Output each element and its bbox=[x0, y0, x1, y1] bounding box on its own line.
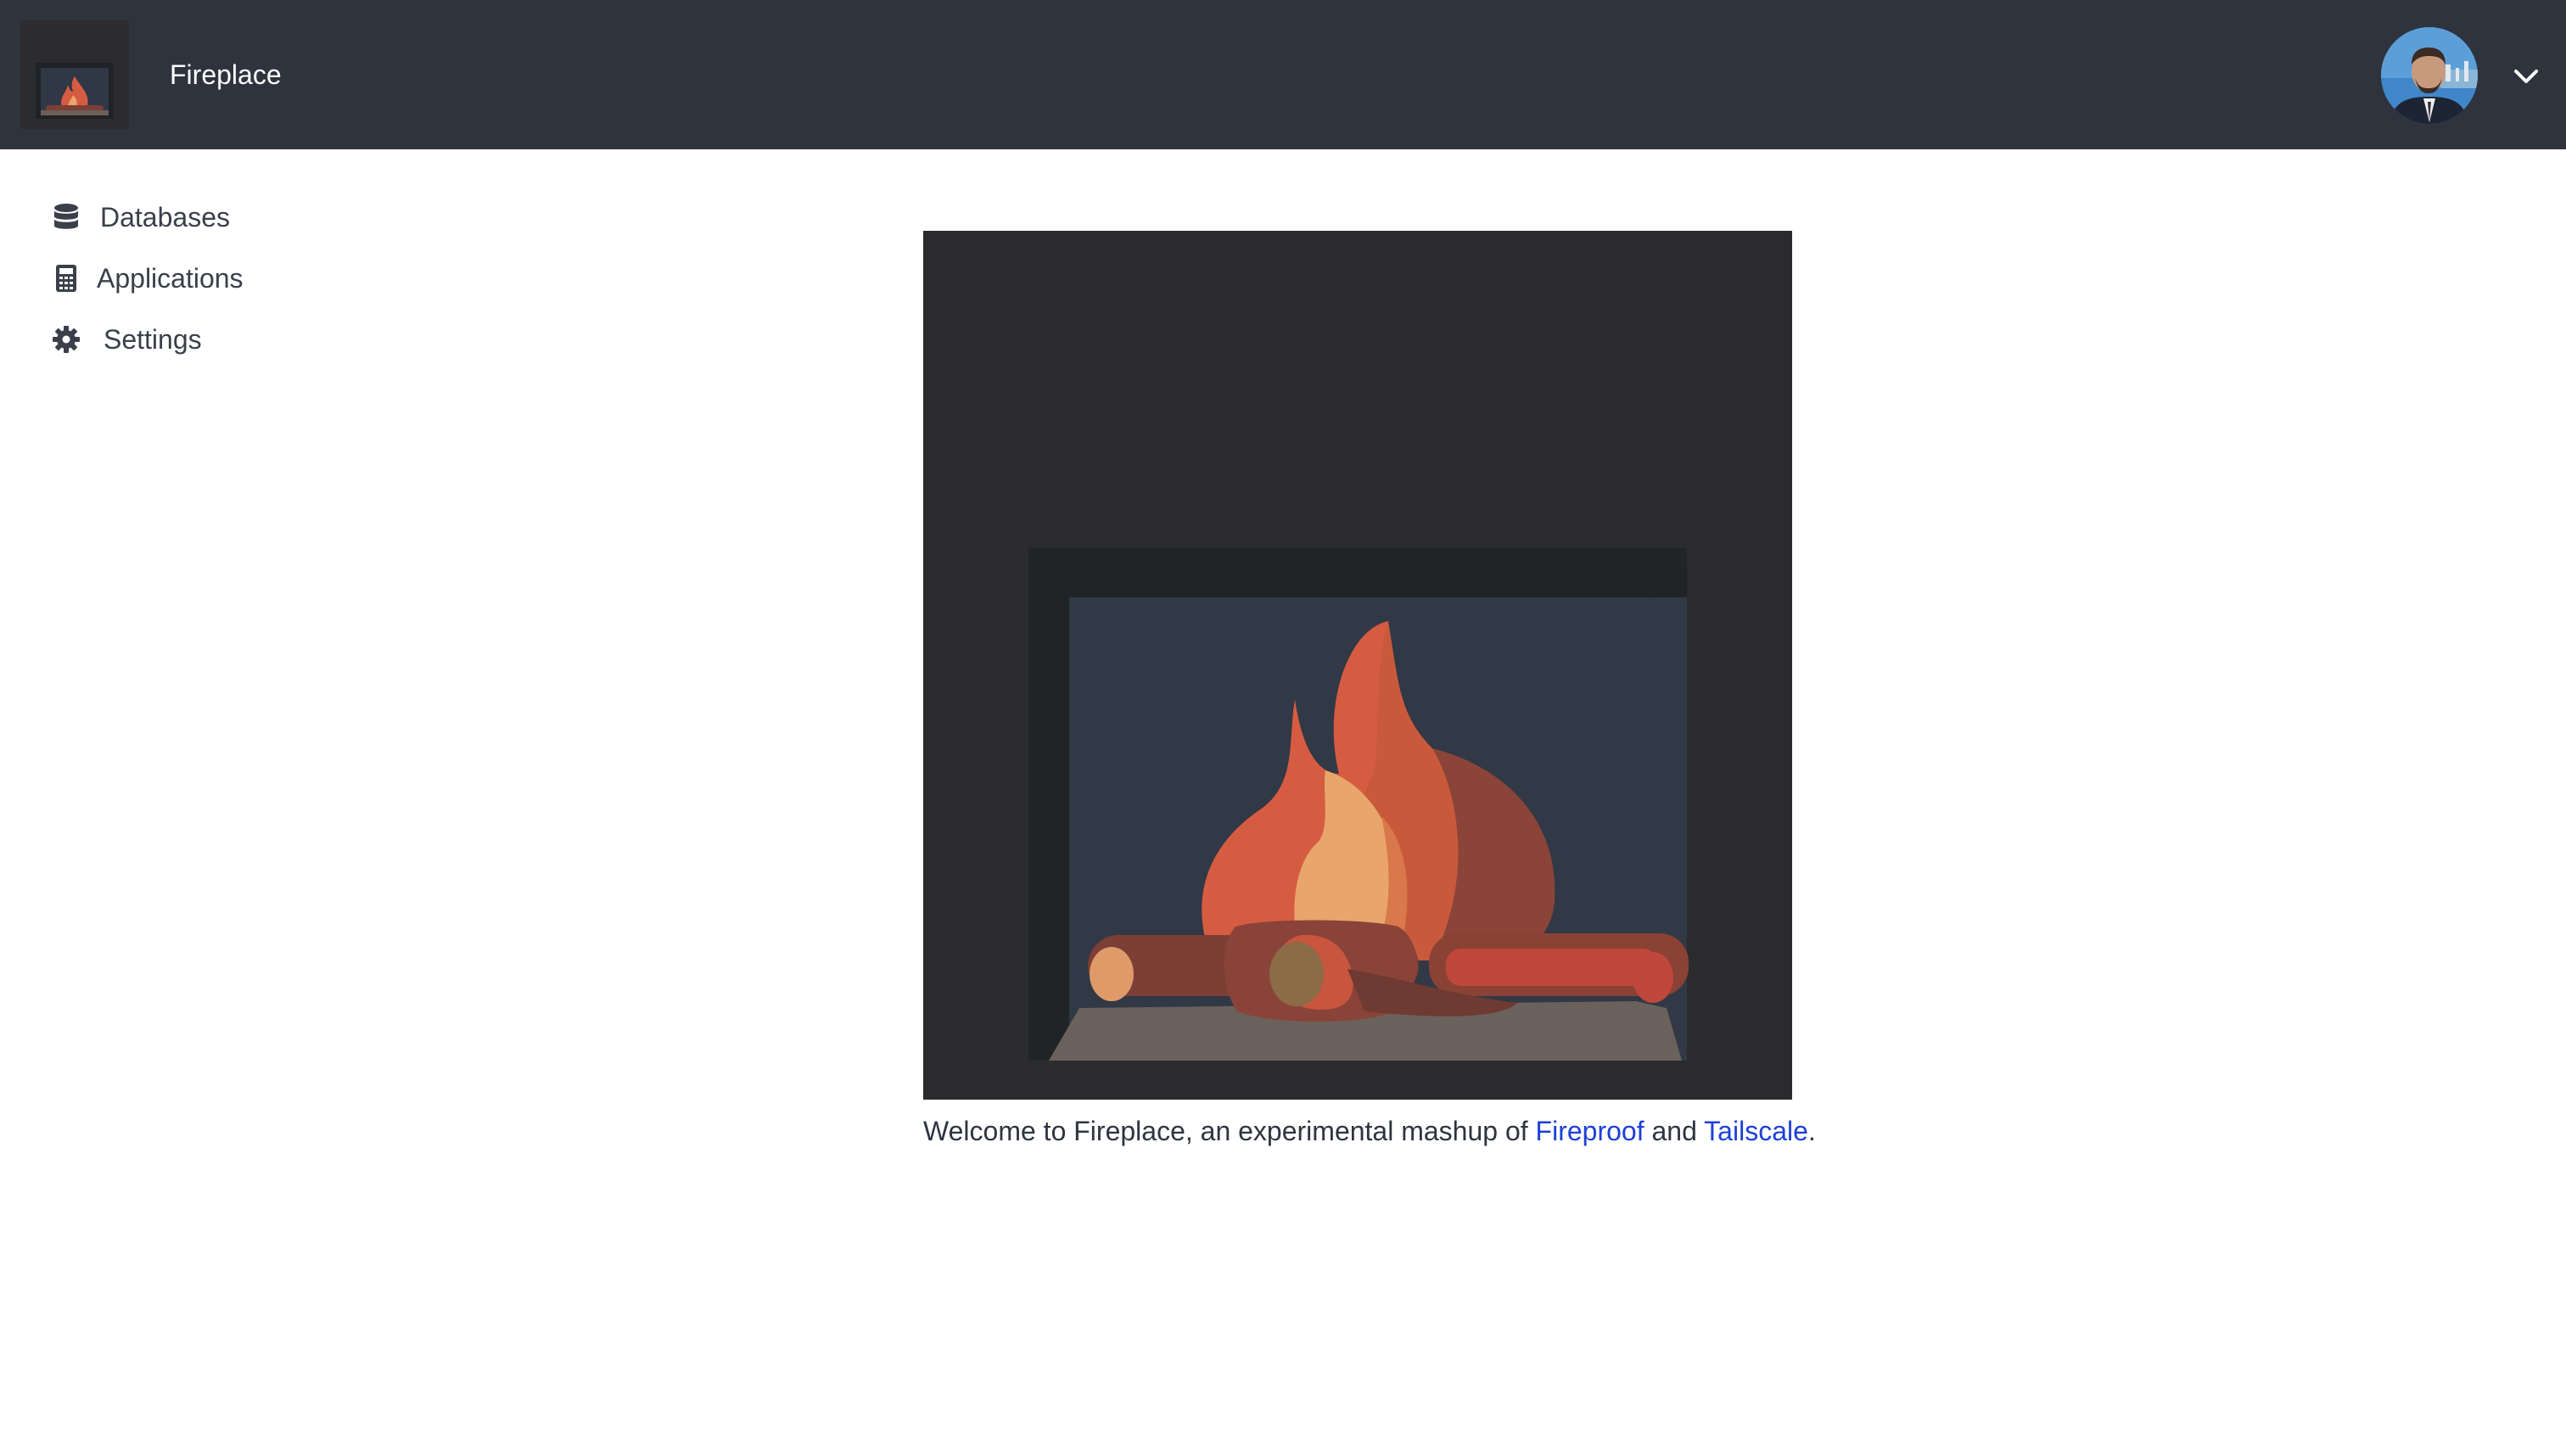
fireplace-logo-icon[interactable] bbox=[20, 20, 129, 129]
sidebar-item-label: Applications bbox=[97, 262, 244, 294]
calculator-icon bbox=[49, 261, 83, 295]
welcome-message: Welcome to Fireplace, an experimental ma… bbox=[923, 1112, 1816, 1151]
user-avatar[interactable] bbox=[2381, 27, 2478, 124]
welcome-between: and bbox=[1644, 1116, 1705, 1146]
fireplace-graphic bbox=[923, 231, 1792, 1100]
sidebar-item-applications[interactable]: Applications bbox=[49, 255, 244, 302]
user-menu-toggle[interactable] bbox=[2505, 58, 2547, 95]
sidebar-item-settings[interactable]: Settings bbox=[49, 316, 202, 363]
top-bar: Fireplace bbox=[0, 0, 2566, 149]
sidebar-item-databases[interactable]: Databases bbox=[49, 193, 230, 241]
sidebar-item-label: Settings bbox=[104, 323, 202, 355]
avatar-graphic bbox=[2381, 27, 2478, 124]
app-title: Fireplace bbox=[170, 59, 282, 90]
gear-icon bbox=[49, 322, 83, 356]
tailscale-link[interactable]: Tailscale bbox=[1704, 1116, 1808, 1146]
fireproof-link[interactable]: Fireproof bbox=[1536, 1116, 1644, 1146]
fireplace-illustration bbox=[923, 231, 1792, 1100]
welcome-suffix: . bbox=[1807, 1116, 1816, 1146]
database-icon bbox=[49, 200, 83, 234]
logo-graphic bbox=[20, 20, 129, 129]
welcome-text: Welcome to Fireplace, an experimental ma… bbox=[923, 1116, 1536, 1146]
sidebar-item-label: Databases bbox=[100, 201, 230, 232]
chevron-down-icon bbox=[2514, 70, 2538, 83]
